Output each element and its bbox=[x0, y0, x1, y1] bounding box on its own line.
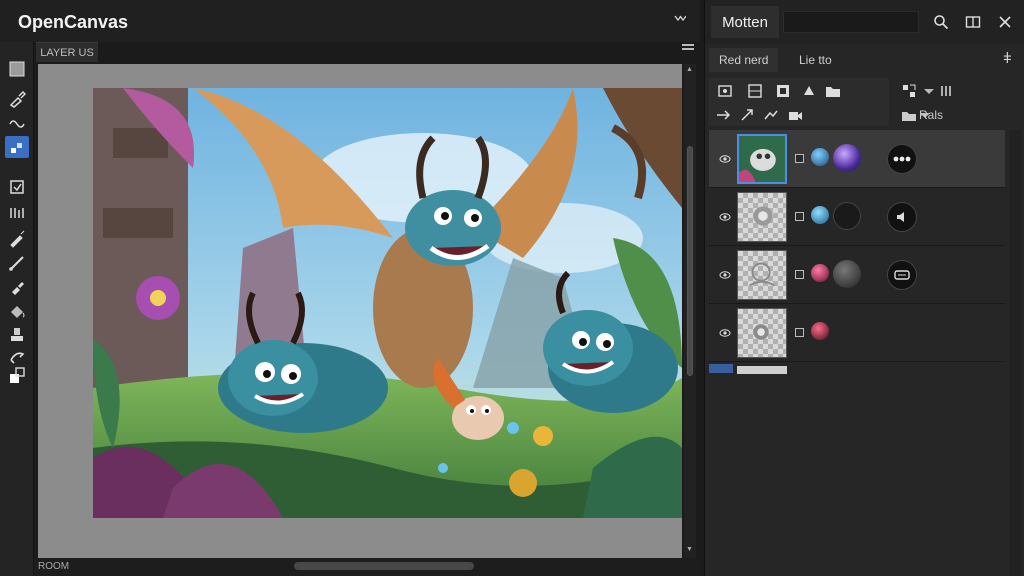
status-bar: ROOM bbox=[34, 558, 700, 576]
menu-icon[interactable] bbox=[682, 42, 694, 56]
horizontal-scrollbar[interactable] bbox=[294, 562, 474, 570]
tab-label: Red nerd bbox=[719, 53, 769, 67]
layer-row[interactable] bbox=[709, 304, 1005, 362]
layer-options-toolbar bbox=[709, 78, 889, 126]
color-orb-icon[interactable] bbox=[811, 264, 829, 282]
eye-icon[interactable] bbox=[719, 210, 731, 222]
chevron-down-icon[interactable] bbox=[674, 14, 687, 26]
app-window: OpenCanvas LAYER US ▲ ▼ ROOM Motten Red … bbox=[0, 0, 1024, 576]
globe-icon[interactable] bbox=[811, 206, 829, 224]
artwork-image[interactable] bbox=[93, 88, 682, 518]
close-icon[interactable] bbox=[995, 12, 1015, 32]
vertical-scrollbar[interactable]: ▲ ▼ bbox=[684, 64, 696, 558]
panel-title[interactable]: Motten bbox=[711, 6, 779, 38]
comment-icon[interactable] bbox=[887, 260, 917, 290]
layer-thumbnail bbox=[737, 250, 787, 300]
new-layer-icon[interactable] bbox=[715, 82, 735, 100]
chevron-down-icon[interactable] bbox=[919, 82, 939, 100]
color-orb-icon[interactable] bbox=[811, 322, 829, 340]
layer-thumbnail bbox=[737, 366, 787, 374]
panel-search-input[interactable] bbox=[783, 11, 919, 33]
add-icon[interactable]: ǂ bbox=[1003, 50, 1012, 67]
adjust-icon[interactable] bbox=[737, 106, 757, 124]
opacity-icon[interactable] bbox=[937, 82, 957, 100]
app-title: OpenCanvas bbox=[18, 12, 129, 32]
measure-icon[interactable] bbox=[5, 202, 29, 224]
duplicate-layer-icon[interactable] bbox=[745, 82, 765, 100]
layer-color-tag bbox=[709, 364, 733, 373]
layer-row-partial[interactable] bbox=[709, 364, 1005, 374]
globe-icon[interactable] bbox=[811, 148, 829, 166]
document-tab[interactable]: LAYER US bbox=[36, 42, 98, 62]
smudge-icon[interactable] bbox=[5, 276, 29, 298]
layer-row[interactable] bbox=[709, 188, 1005, 246]
effect-orb-icon[interactable] bbox=[833, 260, 861, 288]
brush-icon[interactable] bbox=[5, 88, 29, 110]
zoom-label[interactable]: ROOM bbox=[38, 561, 69, 572]
tab-lie-tto[interactable]: Lie tto bbox=[799, 48, 832, 72]
layer-thumbnail bbox=[737, 308, 787, 358]
layer-checkbox[interactable] bbox=[795, 270, 804, 279]
lock-icon[interactable] bbox=[899, 82, 919, 100]
blend-options bbox=[891, 78, 1021, 126]
panel-scrollbar[interactable] bbox=[1009, 130, 1021, 576]
canvas-area[interactable] bbox=[38, 64, 682, 558]
scrollbar-thumb[interactable] bbox=[687, 146, 693, 376]
pen-icon[interactable] bbox=[5, 228, 29, 250]
layer-checkbox[interactable] bbox=[795, 154, 804, 163]
rectangle-select-icon[interactable] bbox=[5, 58, 29, 80]
fx-icon[interactable] bbox=[799, 82, 819, 100]
fantasy-creatures-illustration bbox=[93, 88, 682, 518]
eye-icon[interactable] bbox=[719, 152, 731, 164]
waveform-icon[interactable] bbox=[833, 202, 861, 230]
scroll-up-icon[interactable]: ▲ bbox=[686, 66, 693, 73]
layers-panel: Motten Red nerd Lie tto ǂ Rals bbox=[704, 0, 1024, 576]
tool-palette bbox=[0, 42, 34, 576]
layer-checkbox[interactable] bbox=[795, 212, 804, 221]
stamp-icon[interactable] bbox=[5, 324, 29, 346]
color-swatch-icon[interactable] bbox=[5, 364, 29, 386]
layer-checkbox[interactable] bbox=[795, 328, 804, 337]
layer-thumbnail bbox=[737, 134, 787, 184]
speaker-icon[interactable] bbox=[887, 202, 917, 232]
eye-icon[interactable] bbox=[719, 326, 731, 338]
filter-icon[interactable] bbox=[761, 106, 781, 124]
layer-row[interactable] bbox=[709, 246, 1005, 304]
layer-thumbnail bbox=[737, 192, 787, 242]
transform-icon[interactable] bbox=[5, 112, 29, 134]
blend-mode-label[interactable]: Rals bbox=[919, 108, 943, 122]
panel-header: Motten bbox=[705, 0, 1024, 44]
tab-label: Lie tto bbox=[799, 53, 832, 67]
link-icon[interactable] bbox=[713, 106, 733, 124]
layers-tool-icon[interactable] bbox=[5, 136, 29, 158]
scroll-down-icon[interactable]: ▼ bbox=[686, 546, 693, 553]
layer-mask-icon[interactable] bbox=[773, 82, 793, 100]
title-bar: OpenCanvas bbox=[0, 0, 700, 42]
bucket-icon[interactable] bbox=[5, 300, 29, 322]
tab-red-nerd[interactable]: Red nerd bbox=[709, 48, 779, 72]
crop-icon[interactable] bbox=[5, 176, 29, 198]
eye-icon[interactable] bbox=[719, 268, 731, 280]
effect-orb-icon[interactable] bbox=[833, 144, 861, 172]
more-options-icon[interactable] bbox=[887, 144, 917, 174]
line-icon[interactable] bbox=[5, 252, 29, 274]
split-view-icon[interactable] bbox=[963, 12, 983, 32]
layer-row[interactable] bbox=[709, 130, 1005, 188]
camera-icon[interactable] bbox=[785, 106, 805, 124]
folder-icon[interactable] bbox=[823, 82, 843, 100]
search-icon[interactable] bbox=[931, 12, 951, 32]
